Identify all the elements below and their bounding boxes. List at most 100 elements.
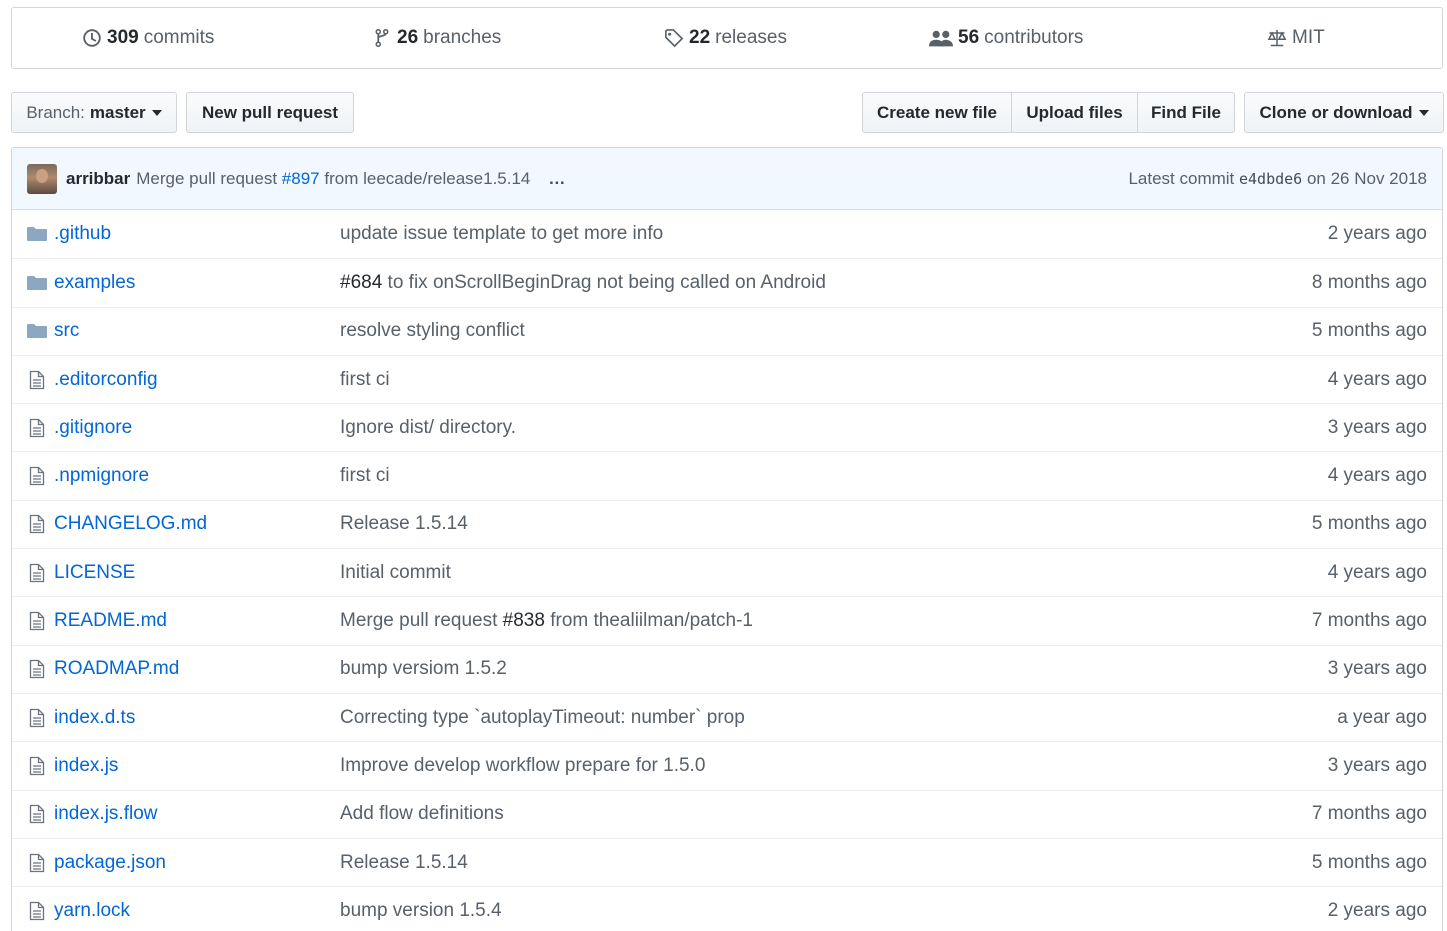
file-name-link[interactable]: examples — [54, 272, 135, 294]
file-name-link[interactable]: LICENSE — [54, 562, 135, 584]
file-row: src resolve styling conflict 5 months ago — [12, 306, 1442, 355]
file-name-link[interactable]: .gitignore — [54, 417, 132, 439]
commit-age: a year ago — [1337, 706, 1427, 728]
branch-select[interactable]: Branch: master — [11, 92, 177, 133]
commit-message-link[interactable]: Improve develop workflow prepare for 1.5… — [340, 755, 705, 777]
file-icon — [26, 610, 48, 632]
folder-icon — [26, 272, 48, 294]
file-icon — [26, 513, 48, 535]
contributors-label: contributors — [984, 27, 1084, 48]
branch-prefix: Branch: — [26, 102, 85, 122]
branch-name: master — [89, 102, 146, 122]
releases-count: 22 — [689, 27, 711, 48]
chevron-down-icon — [151, 109, 162, 116]
file-icon — [26, 465, 48, 487]
file-name-link[interactable]: yarn.lock — [54, 900, 130, 922]
commit-message-link[interactable]: Ignore dist/ directory. — [340, 417, 516, 439]
commit-message: Merge pull request #897 from leecade/rel… — [136, 169, 530, 189]
file-row: .gitignore Ignore dist/ directory. 3 years… — [12, 403, 1442, 451]
file-row: yarn.lock bump version 1.5.4 2 years ago — [12, 886, 1442, 931]
commit-message-link[interactable]: first ci — [340, 369, 390, 391]
commit-message-link[interactable]: #684 to fix onScrollBeginDrag not being … — [340, 272, 826, 294]
file-name-link[interactable]: src — [54, 320, 79, 342]
branches-label: branches — [423, 27, 502, 48]
commit-age: 3 years ago — [1327, 754, 1427, 776]
commit-message-link[interactable]: Add flow definitions — [340, 803, 504, 825]
people-icon — [929, 30, 953, 47]
commit-message-text: Release 1.5.14 — [340, 513, 468, 535]
commit-message-prefix: Merge pull request — [340, 610, 503, 632]
commit-message-suffix: from leecade/release1.5.14 — [324, 168, 531, 188]
commit-message-link[interactable]: Release 1.5.14 — [340, 852, 468, 874]
repo-summary: 309 commits 26 branches 22 releases 56 c… — [11, 7, 1443, 69]
file-row: ROADMAP.md bump versiom 1.5.2 3 years ago — [12, 644, 1442, 693]
file-icon — [26, 417, 48, 439]
commits-link[interactable]: 309 commits — [82, 8, 214, 68]
commit-message-link[interactable]: Correcting type `autoplayTimeout: number… — [340, 707, 745, 729]
file-name-link[interactable]: .github — [54, 223, 111, 245]
commit-message-text: resolve styling conflict — [340, 320, 525, 342]
file-icon — [26, 369, 48, 391]
commit-message-link[interactable]: bump version 1.5.4 — [340, 900, 502, 922]
issue-link[interactable]: #684 — [340, 272, 382, 293]
commit-age: 5 months ago — [1311, 513, 1427, 535]
commit-age: 7 months ago — [1311, 610, 1427, 632]
latest-commit-info: Latest commit e4dbde6 on 26 Nov 2018 — [1128, 169, 1427, 189]
file-icon — [26, 658, 48, 680]
file-name-link[interactable]: index.js.flow — [54, 803, 158, 825]
avatar[interactable] — [27, 163, 57, 194]
contributors-count: 56 — [958, 27, 980, 48]
chevron-down-icon — [1418, 109, 1429, 116]
branches-link[interactable]: 26 branches — [372, 8, 501, 68]
file-name-link[interactable]: index.d.ts — [54, 707, 135, 729]
commit-message-text: Correcting type `autoplayTimeout: number… — [340, 706, 745, 728]
expand-commit-button[interactable]: … — [548, 169, 566, 189]
commit-message-link[interactable]: Release 1.5.14 — [340, 513, 468, 535]
commit-pr-link[interactable]: #897 — [282, 169, 320, 188]
new-pull-request-button[interactable]: New pull request — [186, 92, 354, 133]
file-name-link[interactable]: package.json — [54, 852, 166, 874]
contributors-link[interactable]: 56 contributors — [929, 8, 1083, 68]
commit-message-link[interactable]: update issue template to get more info — [340, 223, 663, 245]
license-label: MIT — [1292, 27, 1325, 48]
file-name-link[interactable]: CHANGELOG.md — [54, 513, 207, 535]
commit-message-text: to fix onScrollBeginDrag not being calle… — [382, 271, 826, 293]
file-list: .github update issue template to get more… — [12, 210, 1442, 931]
commit-message-link[interactable]: Initial commit — [340, 562, 451, 584]
commit-message-link[interactable]: resolve styling conflict — [340, 320, 525, 342]
commits-count: 309 — [107, 27, 139, 48]
create-new-file-button[interactable]: Create new file — [862, 92, 1012, 133]
clone-or-download-button[interactable]: Clone or download — [1244, 92, 1444, 133]
history-icon — [83, 29, 101, 47]
commit-sha-link[interactable]: e4dbde6 — [1239, 170, 1302, 188]
file-row: README.md Merge pull request #838 from th… — [12, 596, 1442, 644]
file-name-link[interactable]: README.md — [54, 610, 167, 632]
law-icon — [1267, 29, 1287, 47]
commit-message-link[interactable]: Merge pull request #838 from thealiilman… — [340, 610, 753, 632]
file-row: .npmignore first ci 4 years ago — [12, 451, 1442, 499]
file-name-link[interactable]: .npmignore — [54, 465, 149, 487]
find-file-button[interactable]: Find File — [1138, 92, 1235, 133]
commit-message-link[interactable]: bump versiom 1.5.2 — [340, 658, 507, 680]
commit-age: 5 months ago — [1311, 851, 1427, 873]
file-name-link[interactable]: ROADMAP.md — [54, 658, 179, 680]
commit-age: 4 years ago — [1327, 465, 1427, 487]
file-row: index.js.flow Add flow definitions 7 month… — [12, 789, 1442, 838]
folder-icon — [26, 223, 48, 245]
tag-icon — [665, 29, 684, 48]
issue-link[interactable]: #838 — [503, 610, 545, 631]
commit-message-text: Add flow definitions — [340, 803, 504, 825]
file-row: index.js Improve develop workflow prepare… — [12, 741, 1442, 789]
file-row: package.json Release 1.5.14 5 months ago — [12, 837, 1442, 886]
commit-message-text: Improve develop workflow prepare for 1.5… — [340, 754, 706, 776]
releases-link[interactable]: 22 releases — [664, 8, 787, 68]
commit-author[interactable]: arribbar — [66, 169, 130, 189]
upload-files-button[interactable]: Upload files — [1012, 92, 1138, 133]
file-name-link[interactable]: index.js — [54, 755, 118, 777]
license-link[interactable]: MIT — [1267, 8, 1325, 68]
clone-label: Clone or download — [1259, 102, 1413, 122]
commit-message-text: Initial commit — [340, 561, 451, 583]
commit-date: on 26 Nov 2018 — [1306, 168, 1427, 188]
commit-message-link[interactable]: first ci — [340, 465, 390, 487]
file-name-link[interactable]: .editorconfig — [54, 369, 158, 391]
